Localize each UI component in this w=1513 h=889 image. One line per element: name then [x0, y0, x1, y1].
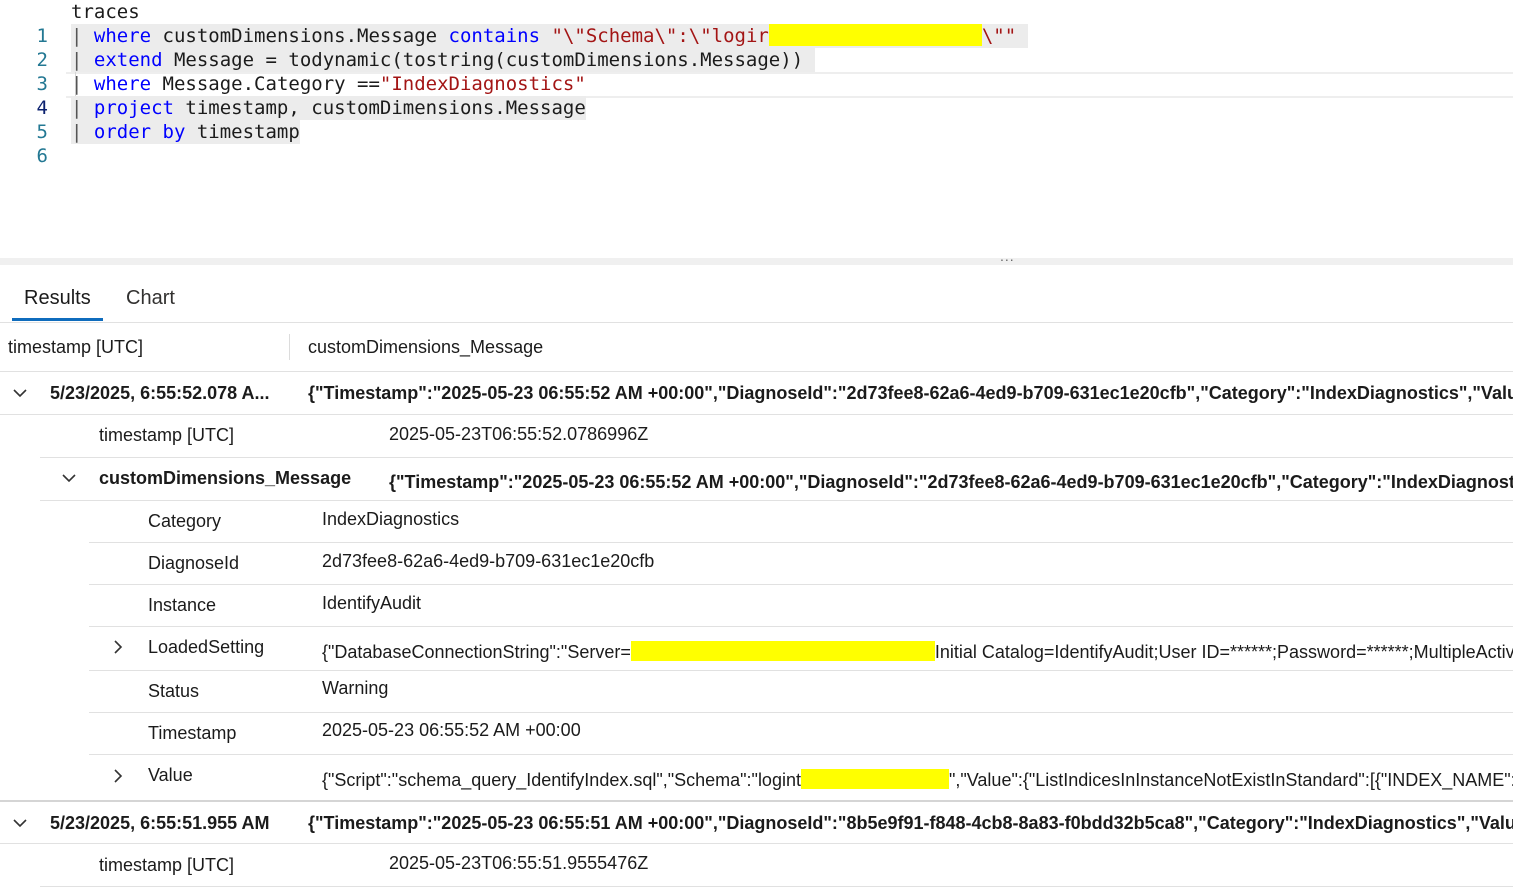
property-key: LoadedSetting: [148, 637, 265, 657]
string-literal: \"": [981, 25, 1017, 47]
property-value: Warning: [322, 678, 389, 698]
query-editor[interactable]: 1 traces 2 | where customDimensions.Mess…: [0, 0, 1513, 258]
row-divider: [0, 800, 1513, 802]
row-timestamp: 5/23/2025, 6:55:51.955 AM: [50, 813, 270, 833]
property-key: Value: [148, 765, 193, 785]
chevron-down-icon[interactable]: [10, 813, 30, 833]
keyword: project: [93, 97, 174, 119]
line-number: 6: [36, 145, 48, 167]
table-row[interactable]: 5/23/2025, 6:55:52.078 A... {"Timestamp"…: [0, 372, 1513, 414]
property-key: Category: [148, 511, 222, 531]
column-header-custom-dimensions-message[interactable]: customDimensions_Message: [308, 337, 543, 358]
detail-custom-dimensions-label: customDimensions_Message: [99, 468, 352, 488]
code-text: Message = todynamic(tostring(customDimen…: [162, 49, 804, 71]
code-line-3[interactable]: 3 | extend Message = todynamic(tostring(…: [0, 48, 1513, 95]
property-key: DiagnoseId: [148, 553, 240, 573]
property-row-diagnoseid: DiagnoseId 2d73fee8-62a6-4ed9-b709-631ec…: [0, 543, 1513, 584]
column-resize-handle[interactable]: [289, 334, 290, 360]
column-header-timestamp[interactable]: timestamp [UTC]: [8, 337, 143, 358]
grid-header: timestamp [UTC] customDimensions_Message: [0, 322, 1513, 372]
property-row-loadedsetting[interactable]: LoadedSetting {"DatabaseConnectionString…: [0, 627, 1513, 670]
redaction-mark: [630, 641, 935, 661]
keyword: where: [93, 73, 152, 95]
detail-timestamp-value: 2025-05-23T06:55:51.9555476Z: [389, 853, 649, 873]
property-row-category: Category IndexDiagnostics: [0, 501, 1513, 542]
code-text: timestamp, customDimensions.Message: [173, 97, 586, 119]
pipe-operator: |: [71, 73, 83, 95]
keyword: where: [93, 25, 152, 47]
property-row-timestamp: Timestamp 2025-05-23 06:55:52 AM +00:00: [0, 713, 1513, 754]
chevron-down-icon[interactable]: [10, 383, 30, 403]
row-message: {"Timestamp":"2025-05-23 06:55:52 AM +00…: [308, 383, 1513, 403]
tab-chart[interactable]: Chart: [126, 278, 175, 320]
detail-custom-dimensions-value: {"Timestamp":"2025-05-23 06:55:52 AM +00…: [389, 472, 1513, 492]
code-line-6[interactable]: 6 | order by timestamp: [0, 120, 1513, 167]
property-value: 2025-05-23 06:55:52 AM +00:00: [322, 720, 581, 740]
results-tabs: Results Chart: [0, 278, 1513, 323]
keyword: extend: [93, 49, 163, 71]
detail-timestamp-label: timestamp [UTC]: [99, 425, 235, 445]
property-row-instance: Instance IdentifyAudit: [0, 585, 1513, 626]
redaction-mark: [768, 24, 982, 46]
tab-results[interactable]: Results: [24, 278, 91, 320]
code-text: traces: [71, 1, 140, 23]
keyword: order by: [93, 121, 186, 143]
splitter-handle-icon[interactable]: ...: [1000, 248, 1015, 264]
code-text: Message.Category ==: [151, 73, 380, 95]
detail-timestamp-value: 2025-05-23T06:55:52.0786996Z: [389, 424, 649, 444]
detail-row-custom-dimensions[interactable]: customDimensions_Message {"Timestamp":"2…: [0, 458, 1513, 500]
property-value: {"DatabaseConnectionString":"Server= Init…: [322, 641, 1513, 663]
code-line-2[interactable]: 2 | where customDimensions.Message conta…: [0, 24, 1513, 71]
chevron-right-icon[interactable]: [108, 766, 128, 786]
property-key: Timestamp: [148, 723, 237, 743]
property-value-part: {"DatabaseConnectionString":"Server=: [322, 642, 631, 662]
pipe-operator: |: [71, 121, 83, 143]
property-row-value[interactable]: Value {"Script":"schema_query_IdentifyIn…: [0, 755, 1513, 800]
keyword: contains: [448, 25, 541, 47]
code-line-1[interactable]: 1 traces: [0, 0, 1513, 47]
property-value: IndexDiagnostics: [322, 509, 460, 529]
detail-timestamp-label: timestamp [UTC]: [99, 855, 235, 875]
string-literal: "\"Schema\":\"logir: [551, 25, 769, 47]
pane-splitter[interactable]: [0, 258, 1513, 265]
property-value: {"Script":"schema_query_IdentifyIndex.sq…: [322, 769, 1513, 791]
code-text: customDimensions.Message: [151, 25, 449, 47]
detail-row: timestamp [UTC] 2025-05-23T06:55:51.9555…: [0, 844, 1513, 886]
property-value: 2d73fee8-62a6-4ed9-b709-631ec1e20cfb: [322, 551, 655, 571]
code-line-4[interactable]: 4 | where Message.Category =="IndexDiagn…: [0, 72, 1513, 119]
detail-row: timestamp [UTC] 2025-05-23T06:55:52.0786…: [0, 415, 1513, 457]
property-value-part: Initial Catalog=IdentifyAudit;User ID=**…: [934, 642, 1513, 662]
property-key: Instance: [148, 595, 217, 615]
pipe-operator: |: [71, 97, 83, 119]
row-message: {"Timestamp":"2025-05-23 06:55:51 AM +00…: [308, 813, 1513, 833]
table-row[interactable]: 5/23/2025, 6:55:51.955 AM {"Timestamp":"…: [0, 803, 1513, 843]
chevron-down-icon[interactable]: [59, 468, 79, 488]
property-value-part: ","Value":{"ListIndicesInInstanceNotExis…: [948, 770, 1513, 790]
property-row-status: Status Warning: [0, 671, 1513, 712]
code-line-5[interactable]: 5 | project timestamp, customDimensions.…: [0, 96, 1513, 143]
pipe-operator: |: [71, 49, 83, 71]
property-value-part: {"Script":"schema_query_IdentifyIndex.sq…: [322, 770, 801, 790]
string-literal: "IndexDiagnostics": [379, 73, 586, 95]
row-timestamp: 5/23/2025, 6:55:52.078 A...: [50, 383, 270, 403]
tab-selected-indicator: [12, 318, 103, 321]
redaction-mark: [800, 769, 949, 789]
code-text: timestamp: [185, 121, 300, 143]
chevron-right-icon[interactable]: [108, 637, 128, 657]
pipe-operator: |: [71, 25, 83, 47]
property-value: IdentifyAudit: [322, 593, 422, 613]
row-divider: [40, 886, 1513, 887]
property-key: Status: [148, 681, 200, 701]
